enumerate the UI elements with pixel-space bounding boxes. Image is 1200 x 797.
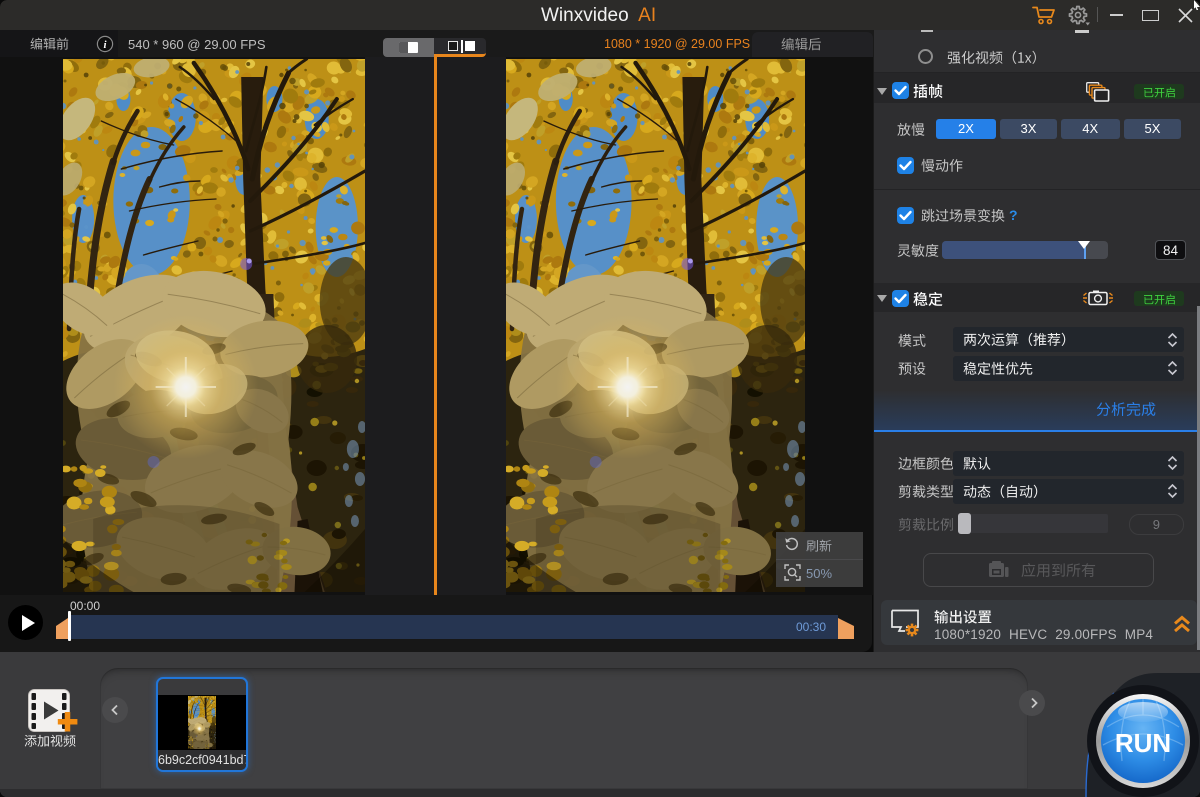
svg-text:RUN: RUN [1115, 728, 1171, 758]
